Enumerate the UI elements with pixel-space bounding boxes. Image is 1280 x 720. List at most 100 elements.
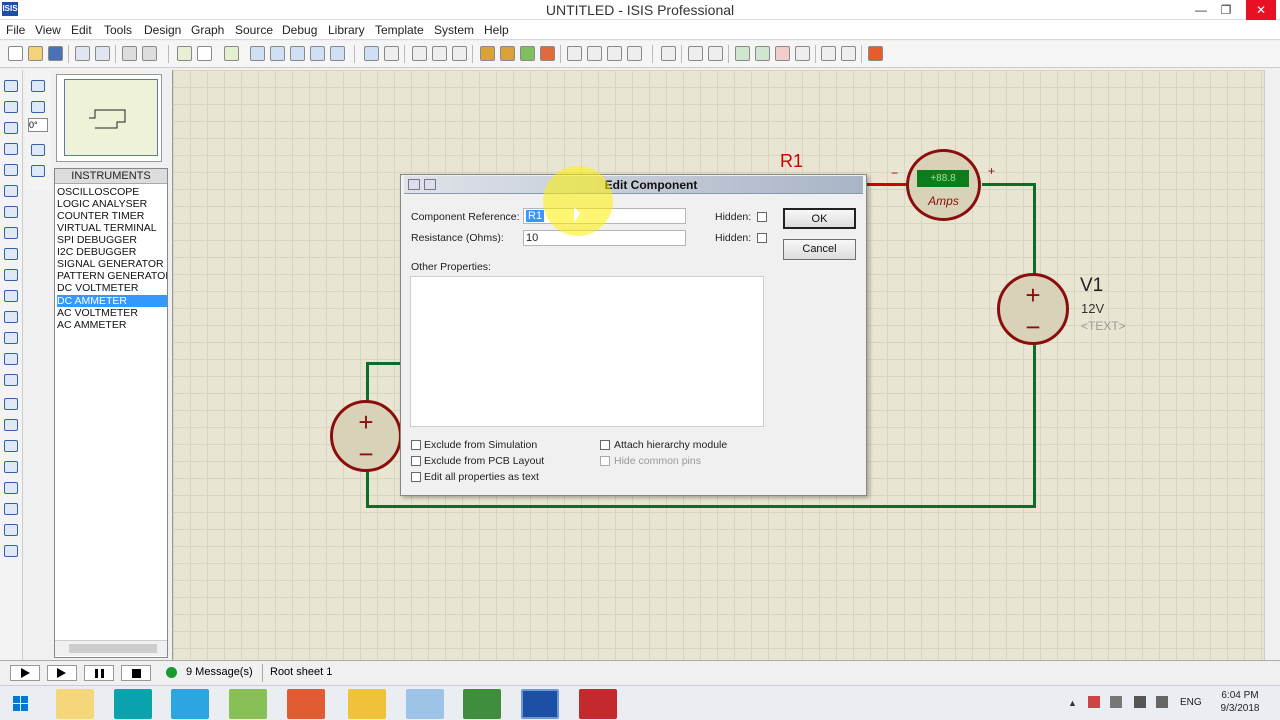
box-icon[interactable]	[4, 419, 18, 431]
zoom-area-icon[interactable]	[330, 46, 345, 61]
report-icon[interactable]	[841, 46, 856, 61]
file-explorer-icon[interactable]	[56, 689, 94, 719]
device-pins-icon[interactable]	[4, 248, 18, 260]
origin-icon[interactable]	[224, 46, 239, 61]
list-item[interactable]: AC AMMETER	[57, 319, 167, 331]
battery-left[interactable]: + −	[330, 400, 402, 472]
graph-icon[interactable]	[4, 269, 18, 281]
copy-icon[interactable]	[432, 46, 447, 61]
step-button[interactable]	[47, 665, 77, 681]
wire[interactable]	[1033, 345, 1036, 507]
close-button[interactable]: ✕	[1246, 0, 1276, 20]
arc-icon[interactable]	[4, 461, 18, 473]
list-item-selected[interactable]: DC AMMETER	[57, 295, 167, 307]
wire[interactable]	[366, 468, 369, 508]
mirror-horizontal-icon[interactable]	[31, 144, 45, 156]
wire-label-icon[interactable]	[4, 143, 18, 155]
menu-view[interactable]: View	[35, 23, 61, 37]
generator-icon[interactable]	[4, 311, 18, 323]
subcircuit-icon[interactable]	[4, 206, 18, 218]
tray-device-icon[interactable]	[1110, 696, 1122, 708]
start-button[interactable]	[4, 689, 38, 719]
block-move-icon[interactable]	[500, 46, 515, 61]
canvas-vertical-scrollbar[interactable]	[1264, 70, 1280, 660]
print-icon[interactable]	[122, 46, 137, 61]
menu-edit[interactable]: Edit	[71, 23, 92, 37]
wire[interactable]	[366, 362, 369, 404]
make-device-icon[interactable]	[587, 46, 602, 61]
path-icon[interactable]	[4, 482, 18, 494]
instruments-scrollbar[interactable]	[55, 640, 167, 656]
remove-sheet-icon[interactable]	[755, 46, 770, 61]
list-item[interactable]: AC VOLTMETER	[57, 307, 167, 319]
menu-tools[interactable]: Tools	[104, 23, 132, 37]
block-rotate-icon[interactable]	[520, 46, 535, 61]
paste-icon[interactable]	[452, 46, 467, 61]
menu-source[interactable]: Source	[235, 23, 273, 37]
codevision-icon[interactable]	[463, 689, 501, 719]
other-properties-textarea[interactable]	[410, 276, 764, 427]
wire[interactable]	[366, 362, 402, 365]
list-item[interactable]: LOGIC ANALYSER	[57, 198, 167, 210]
scrollbar-thumb[interactable]	[69, 644, 157, 653]
packaging-tool-icon[interactable]	[607, 46, 622, 61]
text-script-icon[interactable]	[4, 164, 18, 176]
line-icon[interactable]	[4, 398, 18, 410]
ok-button[interactable]: OK	[783, 208, 856, 229]
marker-icon[interactable]	[4, 545, 18, 557]
input-language[interactable]: ENG	[1180, 697, 1202, 708]
hidden-checkbox-resistance[interactable]	[757, 233, 767, 243]
wire[interactable]	[366, 505, 1036, 508]
stop-button[interactable]	[121, 665, 151, 681]
menu-template[interactable]: Template	[375, 23, 424, 37]
menu-graph[interactable]: Graph	[191, 23, 224, 37]
import-icon[interactable]	[75, 46, 90, 61]
refresh-icon[interactable]	[177, 46, 192, 61]
new-file-icon[interactable]	[8, 46, 23, 61]
save-icon[interactable]	[48, 46, 63, 61]
ares-taskbar-icon[interactable]	[579, 689, 617, 719]
rotate-clockwise-icon[interactable]	[31, 80, 45, 92]
mirror-vertical-icon[interactable]	[31, 165, 45, 177]
menu-debug[interactable]: Debug	[282, 23, 317, 37]
ares-icon[interactable]	[868, 46, 883, 61]
print-area-icon[interactable]	[142, 46, 157, 61]
block-delete-icon[interactable]	[540, 46, 555, 61]
wire[interactable]	[1033, 183, 1036, 275]
new-sheet-icon[interactable]	[735, 46, 750, 61]
exclude-simulation-checkbox[interactable]	[411, 440, 421, 450]
search-icon[interactable]	[688, 46, 703, 61]
attach-hierarchy-checkbox[interactable]	[600, 440, 610, 450]
list-item[interactable]: DC VOLTMETER	[57, 282, 167, 294]
property-assignment-icon[interactable]	[708, 46, 723, 61]
resistance-field[interactable]: 10	[523, 230, 686, 246]
battery-v1[interactable]: + −	[997, 273, 1069, 345]
zoom-in-icon[interactable]	[270, 46, 285, 61]
terminals-icon[interactable]	[4, 227, 18, 239]
redo-icon[interactable]	[384, 46, 399, 61]
rotate-anticlockwise-icon[interactable]	[31, 101, 45, 113]
telegram-icon[interactable]	[171, 689, 209, 719]
tray-app-icon[interactable]	[1088, 696, 1100, 708]
menu-system[interactable]: System	[434, 23, 474, 37]
menu-help[interactable]: Help	[484, 23, 509, 37]
voltage-probe-icon[interactable]	[4, 332, 18, 344]
isis-taskbar-icon[interactable]	[521, 689, 559, 719]
bom-icon[interactable]	[795, 46, 810, 61]
menu-file[interactable]: File	[6, 23, 25, 37]
current-probe-icon[interactable]	[4, 353, 18, 365]
component-mode-icon[interactable]	[4, 101, 18, 113]
edit-all-text-checkbox[interactable]	[411, 472, 421, 482]
list-item[interactable]: VIRTUAL TERMINAL	[57, 222, 167, 234]
pick-device-icon[interactable]	[567, 46, 582, 61]
exclude-pcb-checkbox[interactable]	[411, 456, 421, 466]
tape-recorder-icon[interactable]	[4, 290, 18, 302]
restore-button[interactable]: ❐	[1213, 0, 1239, 20]
tray-chevron-icon[interactable]: ▲	[1068, 698, 1077, 708]
bus-icon[interactable]	[4, 185, 18, 197]
wire-autorouter-icon[interactable]	[661, 46, 676, 61]
wire[interactable]	[982, 183, 1036, 186]
zoom-out-icon[interactable]	[290, 46, 305, 61]
open-folder-icon[interactable]	[28, 46, 43, 61]
circle-icon[interactable]	[4, 440, 18, 452]
